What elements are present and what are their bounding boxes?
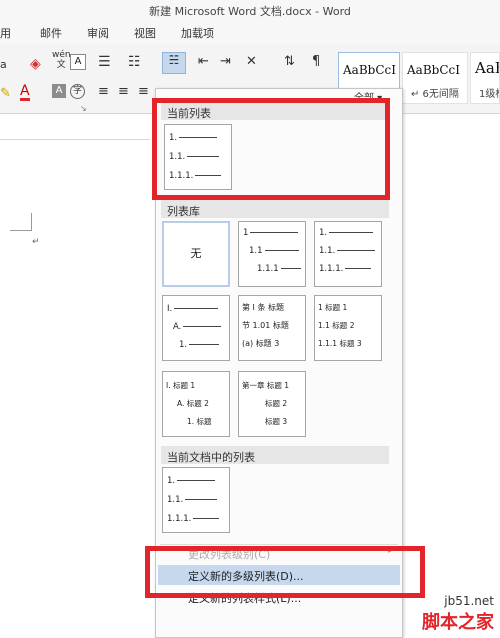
window-title: 新建 Microsoft Word 文档.docx - Word [149, 5, 351, 18]
list-line: (a) 标题 3 [242, 339, 280, 348]
list-line: 1.1.1 标题 3 [318, 339, 362, 348]
list-library-tile[interactable]: I. A. 1. [162, 295, 230, 361]
current-list-header: 当前列表 [161, 102, 389, 120]
watermark: jb51.net 脚本之家 [422, 594, 494, 634]
list-line: 第 I 条 标题 [242, 303, 284, 312]
current-list-tile[interactable]: 1. 1.1. 1.1.1. [164, 124, 232, 190]
paragraph-mark-icon: ↵ [32, 237, 40, 247]
numbering-icon[interactable]: ☷ [128, 54, 141, 70]
margin-corner-mark [10, 213, 32, 231]
tab-review[interactable]: 审阅 [87, 25, 109, 41]
phonetic-guide-icon[interactable]: wén 文 [52, 50, 71, 70]
tab-mailings[interactable]: 邮件 [40, 25, 62, 41]
list-library-tile[interactable]: 1 标题 1 1.1 标题 2 1.1.1 标题 3 [314, 295, 382, 361]
tab-use[interactable]: 用 [0, 25, 11, 41]
list-library-header: 列表库 [161, 200, 389, 218]
style-heading-1[interactable]: AaB 1级标 [470, 52, 500, 104]
list-library-tile[interactable]: 1. 1.1. 1.1.1. [314, 221, 382, 287]
list-library-tile[interactable]: I. 标题 1 A. 标题 2 1. 标题 [162, 371, 230, 437]
list-line: 1.1.1 [257, 264, 301, 274]
list-line: 1.1.1. [169, 171, 222, 181]
align-right-icon[interactable]: ≡ [138, 84, 149, 99]
title-bar: 新建 Microsoft Word 文档.docx - Word [0, 0, 500, 20]
menu-change-list-level[interactable]: 更改列表级别(C) ▸ [158, 543, 400, 563]
character-border-icon[interactable]: A [70, 54, 86, 70]
enclose-character-icon[interactable]: 字 [70, 84, 85, 99]
document-list-tile[interactable]: 1. 1.1. 1.1.1. [162, 467, 230, 533]
list-line: 1.1. [169, 152, 220, 162]
list-line: I. [167, 304, 219, 314]
list-line: 1. [319, 228, 374, 238]
tab-view[interactable]: 视图 [134, 25, 156, 41]
tab-addins[interactable]: 加载项 [181, 25, 214, 41]
bullets-icon[interactable]: ☰ [98, 54, 111, 70]
list-line: 1.1. [319, 246, 376, 256]
list-library-tile[interactable]: 第一章 标题 1 标题 2 标题 3 [238, 371, 306, 437]
list-line: 1. [167, 476, 216, 486]
list-line: A. [173, 322, 222, 332]
list-line: 1. 标题 [187, 417, 212, 426]
menu-define-multilevel-list[interactable]: 定义新的多级列表(D)... [158, 565, 400, 585]
list-line: 节 1.01 标题 [242, 321, 289, 330]
list-line: 标题 3 [265, 417, 288, 426]
list-library-tile[interactable]: 第 I 条 标题 节 1.01 标题 (a) 标题 3 [238, 295, 306, 361]
list-line: 1.1 [249, 246, 299, 256]
list-line: 1.1. [167, 495, 218, 505]
decrease-indent-icon[interactable]: ⇤ [198, 54, 209, 69]
font-color-icon[interactable]: A [20, 84, 30, 101]
document-lists-header: 当前文档中的列表 [161, 446, 389, 464]
show-marks-icon[interactable]: ¶ [312, 54, 320, 69]
font-size-label[interactable]: a [0, 58, 7, 71]
style-name: 1级标 [479, 89, 499, 100]
style-sample: AaBbCcI [343, 63, 396, 77]
character-shading-icon[interactable]: A [52, 84, 66, 98]
watermark-site: jb51.net [444, 594, 494, 608]
submenu-arrow-icon: ▸ [387, 546, 392, 555]
list-line: 第一章 标题 1 [242, 381, 290, 390]
list-line: 标题 2 [265, 399, 288, 408]
style-sample: AaBbCcI [407, 63, 460, 77]
multilevel-list-button[interactable]: ☵ [162, 52, 186, 74]
highlight-icon[interactable]: ✎ [0, 86, 11, 101]
page-edge-line [0, 139, 150, 140]
ribbon-tabs: 用 邮件 审阅 视图 加载项 [0, 20, 500, 44]
watermark-brand: 脚本之家 [422, 612, 494, 633]
multilevel-list-dropdown: 全部 ▾ 当前列表 1. 1.1. 1.1.1. 列表库 无 1 1.1 1.1… [155, 88, 403, 638]
style-no-spacing[interactable]: AaBbCcI ↵ 6无间隔 [402, 52, 468, 104]
list-line: 1 标题 1 [318, 303, 348, 312]
dialog-launcher-icon[interactable]: ↘ [80, 104, 87, 113]
list-line: 1. [169, 133, 218, 143]
menu-define-list-style[interactable]: 定义新的列表样式(L)... [158, 587, 400, 607]
list-line: 1.1.1. [319, 264, 372, 274]
sort-icon[interactable]: ⇅ [284, 54, 295, 69]
increase-indent-icon[interactable]: ⇥ [220, 54, 231, 69]
chinese-layout-icon[interactable]: ✕ [246, 54, 257, 69]
list-line: 1.1.1. [167, 514, 220, 524]
list-line: 1 [243, 228, 299, 238]
align-left-icon[interactable]: ≡ [98, 84, 109, 99]
align-center-icon[interactable]: ≡ [118, 84, 129, 99]
list-line: 1. [179, 340, 220, 350]
list-line: A. 标题 2 [177, 399, 209, 408]
style-name: ↵ 6无间隔 [411, 89, 459, 100]
list-library-tile[interactable]: 1 1.1 1.1.1 [238, 221, 306, 287]
list-none-tile[interactable]: 无 [162, 221, 230, 287]
list-line: I. 标题 1 [166, 381, 196, 390]
list-line: 1.1 标题 2 [318, 321, 355, 330]
clear-format-icon[interactable]: ◈ [30, 56, 41, 72]
style-sample: AaB [475, 59, 499, 77]
